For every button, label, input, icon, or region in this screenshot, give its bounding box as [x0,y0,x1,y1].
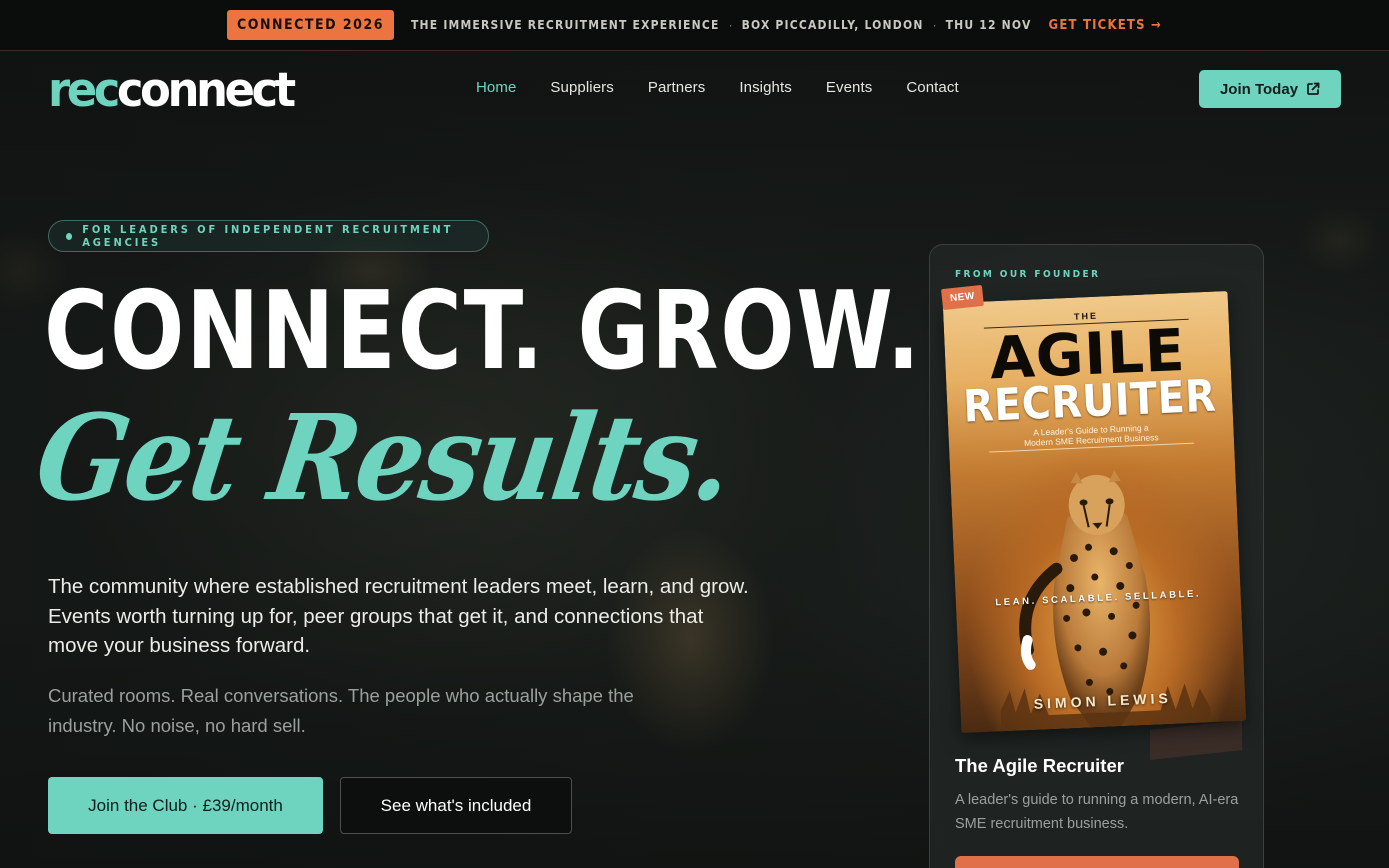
hero-sub-text: Curated rooms. Real conversations. The p… [48,685,634,736]
logo-part-connect: connect [116,62,296,118]
event-badge: CONNECTED 2026 [227,10,394,40]
nav-item-events[interactable]: Events [826,79,872,96]
hero-lead-text: The community where established recruitm… [48,575,749,657]
announcement-bar: CONNECTED 2026 THE IMMERSIVE RECRUITMENT… [0,0,1389,51]
main-navigation: recconnect Home Suppliers Partners Insig… [0,52,1389,126]
event-date: THU 12 NOV [945,18,1032,32]
hero-headline: CONNECT. GROW. [44,269,922,394]
join-today-button[interactable]: Join Today [1199,70,1341,108]
recconnect-logo[interactable]: recconnect [48,66,296,114]
see-included-button[interactable]: See what's included [340,777,572,834]
nav-menu: Home Suppliers Partners Insights Events … [476,79,959,96]
book-shadow [1150,720,1242,760]
join-today-label: Join Today [1219,80,1299,98]
nav-item-suppliers[interactable]: Suppliers [550,79,613,96]
audience-pill: FOR LEADERS OF INDEPENDENT RECRUITMENT A… [48,220,489,252]
event-venue: BOX PICCADILLY, LONDON [741,18,924,32]
get-tickets-link[interactable]: GET TICKETS → [1049,18,1162,33]
cheetah-illustration [1000,470,1212,732]
event-tagline: THE IMMERSIVE RECRUITMENT EXPERIENCE [410,18,720,32]
pill-dot [66,232,73,240]
separator: · [932,18,937,32]
hero-script-headline: Get Results. [28,388,739,527]
founder-book-card: FROM OUR FOUNDER THE AGILE RECRUITER A L… [929,244,1264,868]
book-cta-button[interactable] [955,856,1239,868]
nav-item-insights[interactable]: Insights [739,79,792,96]
join-club-button[interactable]: Join the Club · £39/month [48,777,323,834]
founder-eyebrow: FROM OUR FOUNDER [955,269,1101,280]
nav-item-home[interactable]: Home [476,79,516,96]
external-link-icon [1307,82,1320,95]
audience-label: FOR LEADERS OF INDEPENDENT RECRUITMENT A… [82,223,454,249]
nav-item-partners[interactable]: Partners [648,79,706,96]
book-description: A leader's guide to running a modern, AI… [955,792,1239,832]
book-cover[interactable]: THE AGILE RECRUITER A Leader's Guide to … [942,290,1247,734]
separator: · [728,18,733,32]
new-badge: NEW [941,284,984,311]
book-title: The Agile Recruiter [955,755,1124,776]
nav-item-contact[interactable]: Contact [906,79,958,96]
logo-part-rec: rec [48,62,120,118]
